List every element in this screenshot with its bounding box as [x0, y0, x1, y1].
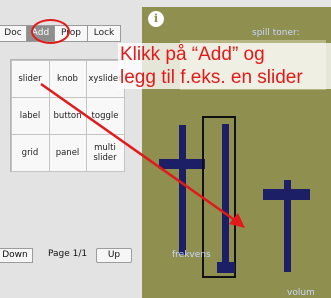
instruction-annotation: Klikk på “Add” og legg til f.eks. en sli… — [118, 43, 331, 89]
page-indicator: Page 1/1 — [48, 249, 88, 259]
frekvens-slider-handle[interactable] — [159, 159, 205, 169]
toner-label: spill toner: — [252, 28, 300, 38]
palette-item-button[interactable]: button — [48, 96, 87, 135]
new-slider-handle[interactable] — [217, 262, 235, 273]
annotation-line-1: Klikk på “Add” og — [120, 44, 265, 65]
new-slider-track[interactable] — [222, 124, 229, 272]
frekvens-label: frekvens — [172, 250, 211, 260]
palette-item-multislider[interactable]: multi slider — [85, 133, 125, 172]
tab-doc[interactable]: Doc — [0, 25, 27, 42]
palette-item-grid[interactable]: grid — [10, 133, 50, 172]
volum-label: volum — [287, 288, 315, 298]
annotation-line-2: legg til f.eks. en slider — [120, 67, 303, 88]
info-icon[interactable]: i — [148, 11, 164, 27]
palette-item-label[interactable]: label — [10, 96, 50, 135]
page-down-button[interactable]: Down — [0, 248, 33, 263]
volum-slider-handle[interactable] — [263, 189, 310, 200]
frekvens-slider-track[interactable] — [179, 125, 186, 255]
palette-item-panel[interactable]: panel — [48, 133, 87, 172]
palette-item-toggle[interactable]: toggle — [85, 96, 125, 135]
palette-item-knob[interactable]: knob — [48, 59, 87, 98]
tab-lock[interactable]: Lock — [87, 25, 121, 42]
widget-grid: slider knob xyslider label button toggle… — [10, 59, 125, 172]
page-up-button[interactable]: Up — [96, 248, 132, 263]
palette-item-slider[interactable]: slider — [10, 59, 50, 98]
add-tab-highlight-circle — [31, 19, 70, 44]
